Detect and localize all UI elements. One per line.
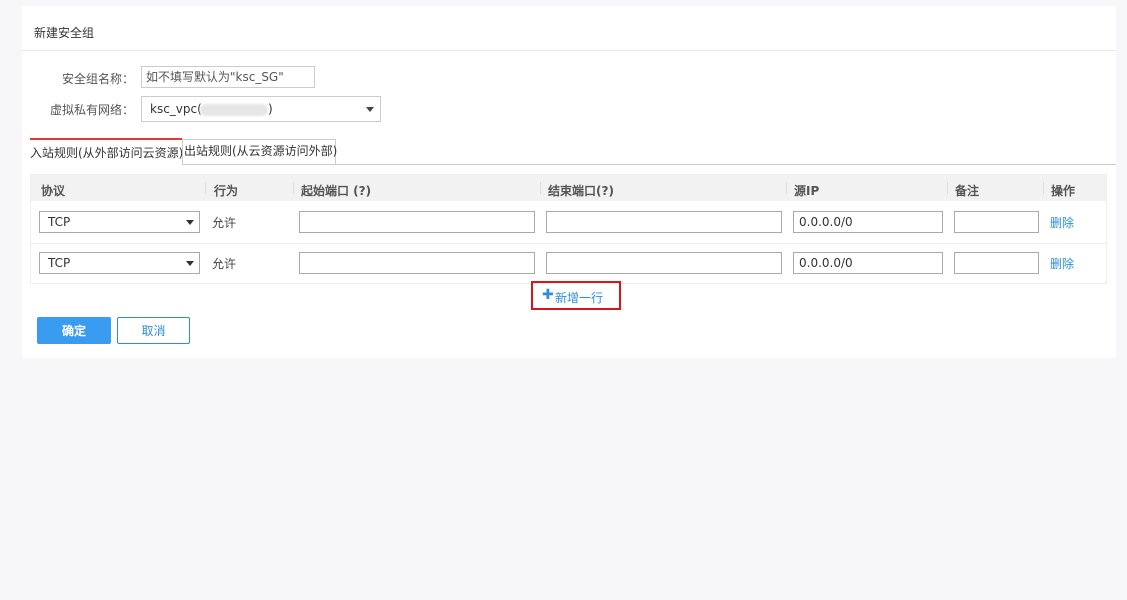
rules-table: 协议 行为 起始端口 (?) 结束端口(?) 源IP 备注 操作 TCP 允许 [30, 174, 1107, 284]
vpc-id-redacted [200, 104, 268, 116]
table-row: TCP 允许 删除 [31, 202, 1106, 244]
create-security-group-panel: 新建安全组 安全组名称： 虚拟私有网络： ksc_vpc( ) 入站规则(从外部… [22, 6, 1116, 358]
source-ip-input[interactable] [793, 211, 943, 233]
vpc-select-value-suffix: ) [268, 102, 273, 116]
header-divider [293, 182, 294, 194]
source-ip-input[interactable] [793, 252, 943, 274]
action-value: 允许 [212, 257, 237, 271]
rule-tabs: 入站规则(从外部访问云资源) 出站规则(从云资源访问外部) [30, 138, 1116, 165]
header-remark: 备注 [955, 184, 980, 198]
header-protocol: 协议 [41, 184, 66, 198]
end-port-input[interactable] [546, 252, 782, 274]
end-port-input[interactable] [546, 211, 782, 233]
header-divider [786, 182, 787, 194]
protocol-select[interactable]: TCP [39, 211, 200, 233]
security-group-name-label: 安全组名称： [61, 72, 134, 86]
tab-inbound-rules[interactable]: 入站规则(从外部访问云资源) [30, 138, 183, 165]
add-row-label: 新增一行 [555, 291, 604, 305]
add-row-button[interactable]: ✚ 新增一行 [531, 281, 621, 310]
header-operation: 操作 [1051, 184, 1076, 198]
vpc-select-value: ksc_vpc( [150, 102, 202, 116]
header-start-port: 起始端口 (?) [301, 184, 372, 198]
table-header: 协议 行为 起始端口 (?) 结束端口(?) 源IP 备注 操作 [31, 175, 1106, 201]
vpc-select[interactable]: ksc_vpc( ) [141, 96, 381, 122]
start-port-input[interactable] [299, 211, 535, 233]
header-divider [947, 182, 948, 194]
plus-icon: ✚ [542, 287, 554, 303]
header-divider [205, 182, 206, 194]
header-divider [1043, 182, 1044, 194]
cancel-button[interactable]: 取消 [117, 317, 190, 344]
protocol-select-value: TCP [48, 215, 71, 229]
protocol-select[interactable]: TCP [39, 252, 200, 274]
remark-input[interactable] [954, 252, 1039, 274]
remark-input[interactable] [954, 211, 1039, 233]
header-divider [540, 182, 541, 194]
security-group-name-input[interactable] [141, 66, 315, 88]
table-row: TCP 允许 删除 [31, 243, 1106, 284]
vpc-label: 虚拟私有网络： [49, 103, 134, 117]
delete-row-link[interactable]: 删除 [1050, 214, 1074, 231]
action-value: 允许 [212, 216, 237, 230]
chevron-down-icon [186, 261, 194, 266]
delete-row-link[interactable]: 删除 [1050, 255, 1074, 272]
panel-header: 新建安全组 [22, 6, 1116, 51]
panel-title: 新建安全组 [34, 26, 95, 40]
chevron-down-icon [186, 220, 194, 225]
confirm-button[interactable]: 确定 [37, 317, 111, 344]
tab-outbound-rules[interactable]: 出站规则(从云资源访问外部) [182, 139, 337, 164]
protocol-select-value: TCP [48, 256, 71, 270]
chevron-down-icon [366, 107, 374, 112]
header-action: 行为 [214, 184, 239, 198]
header-source-ip: 源IP [794, 184, 820, 198]
start-port-input[interactable] [299, 252, 535, 274]
header-end-port: 结束端口(?) [548, 184, 614, 198]
